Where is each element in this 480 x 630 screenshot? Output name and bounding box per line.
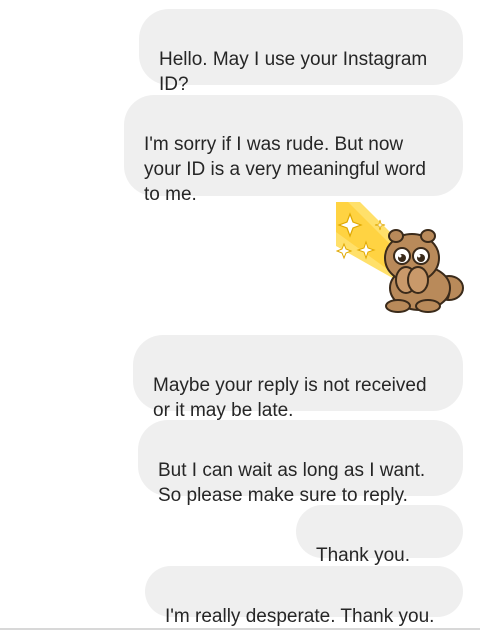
message-bubble[interactable]: But I can wait as long as I want. So ple…: [138, 420, 463, 506]
message-bubble[interactable]: Maybe your reply is not received or it m…: [133, 335, 463, 421]
message-text: Maybe your reply is not received or it m…: [153, 375, 427, 421]
message-bubble[interactable]: Hello. May I use your Instagram ID?: [139, 9, 463, 95]
message-text: But I can wait as long as I want. So ple…: [158, 460, 426, 506]
message-text: I'm really desperate. Thank you.: [165, 606, 435, 627]
raccoon-sticker-icon: [335, 202, 464, 313]
message-text: Thank you.: [316, 545, 410, 566]
message-text: Hello. May I use your Instagram ID?: [159, 49, 428, 95]
message-text: I'm sorry if I was rude. But now your ID…: [144, 134, 426, 205]
message-bubble[interactable]: I'm really desperate. Thank you.: [145, 566, 463, 627]
message-bubble[interactable]: I'm sorry if I was rude. But now your ID…: [124, 95, 463, 205]
raccoon-praying-sticker[interactable]: [335, 202, 468, 316]
message-bubble[interactable]: Thank you.: [296, 505, 463, 615]
